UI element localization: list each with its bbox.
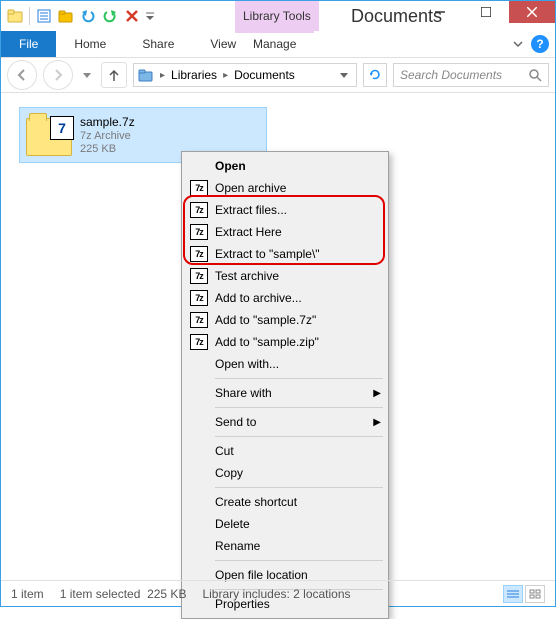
app-icon[interactable] [5,5,25,27]
menu-separator [215,560,383,561]
menu-delete[interactable]: Delete [185,513,385,535]
back-button[interactable] [7,60,37,90]
file-size: 225 KB [80,143,135,155]
menu-separator [215,378,383,379]
help-icon[interactable]: ? [531,35,549,53]
minimize-button[interactable] [417,1,463,23]
menu-cut[interactable]: Cut [185,440,385,462]
menu-send-to[interactable]: Send to▶ [185,411,385,433]
menu-copy[interactable]: Copy [185,462,385,484]
7z-icon: 7z [190,180,208,196]
navigation-bar: ▸ Libraries ▸ Documents Search Documents [1,58,555,92]
menu-rename[interactable]: Rename [185,535,385,557]
window-controls [417,1,555,23]
contextual-tab-header: Library Tools [235,1,319,31]
menu-extract-to[interactable]: 7zExtract to "sample\" [185,243,385,265]
chevron-right-icon[interactable]: ▸ [223,70,228,81]
tab-home[interactable]: Home [56,31,124,57]
icons-view-button[interactable] [525,585,545,603]
menu-open[interactable]: Open [185,155,385,177]
title-bar: Library Tools Documents [1,1,555,31]
new-folder-icon[interactable] [56,5,76,27]
menu-create-shortcut[interactable]: Create shortcut [185,491,385,513]
quick-access-toolbar [1,1,160,31]
menu-test-archive[interactable]: 7zTest archive [185,265,385,287]
menu-add-to-archive[interactable]: 7zAdd to archive... [185,287,385,309]
delete-icon[interactable] [122,5,142,27]
ribbon-tabs: File Home Share View Manage ? [1,31,555,57]
ribbon-collapse-icon[interactable] [513,39,523,49]
breadcrumb-segment[interactable]: Documents [234,68,295,82]
folder-icon [138,68,154,82]
maximize-button[interactable] [463,1,509,23]
menu-extract-here[interactable]: 7zExtract Here [185,221,385,243]
view-switcher [503,585,545,603]
chevron-right-icon[interactable]: ▸ [160,70,165,81]
undo-icon[interactable] [78,5,98,27]
7z-icon: 7z [190,224,208,240]
submenu-arrow-icon: ▶ [373,417,381,428]
file-name: sample.7z [80,115,135,129]
details-view-button[interactable] [503,585,523,603]
recent-dropdown-icon[interactable] [79,62,95,88]
up-button[interactable] [101,62,127,88]
menu-open-with[interactable]: Open with... [185,353,385,375]
address-dropdown-icon[interactable] [336,71,352,79]
file-meta: sample.7z 7z Archive 225 KB [80,115,135,155]
status-bar: 1 item 1 item selected 225 KB Library in… [1,580,555,606]
breadcrumb-segment[interactable]: Libraries [171,68,217,82]
status-item-count: 1 item [11,587,44,601]
file-type: 7z Archive [80,130,135,142]
menu-add-to-7z[interactable]: 7zAdd to "sample.7z" [185,309,385,331]
qat-dropdown-icon[interactable] [144,5,156,27]
7z-icon: 7z [190,312,208,328]
search-placeholder: Search Documents [400,68,502,82]
content-area[interactable]: 7 sample.7z 7z Archive 225 KB Open 7zOpe… [1,93,555,580]
tab-manage[interactable]: Manage [235,31,314,55]
7z-icon: 7z [190,334,208,350]
menu-separator [215,407,383,408]
refresh-button[interactable] [363,63,387,87]
submenu-arrow-icon: ▶ [373,388,381,399]
context-menu: Open 7zOpen archive 7zExtract files... 7… [181,151,389,619]
file-tab[interactable]: File [1,31,56,57]
properties-icon[interactable] [34,5,54,27]
search-icon[interactable] [528,68,542,82]
menu-share-with[interactable]: Share with▶ [185,382,385,404]
status-library-info[interactable]: Library includes: 2 locations [202,587,350,601]
7z-icon: 7z [190,246,208,262]
status-selection: 1 item selected 225 KB [60,587,187,601]
menu-add-to-zip[interactable]: 7zAdd to "sample.zip" [185,331,385,353]
menu-open-archive[interactable]: 7zOpen archive [185,177,385,199]
search-input[interactable]: Search Documents [393,63,549,87]
forward-button[interactable] [43,60,73,90]
menu-separator [215,436,383,437]
7z-icon: 7z [190,268,208,284]
file-icon-7z-archive: 7 [26,112,72,158]
tab-share[interactable]: Share [124,31,192,57]
7z-icon: 7z [190,202,208,218]
close-button[interactable] [509,1,555,23]
separator [29,7,30,25]
7z-icon: 7z [190,290,208,306]
address-bar[interactable]: ▸ Libraries ▸ Documents [133,63,357,87]
redo-icon[interactable] [100,5,120,27]
menu-extract-files[interactable]: 7zExtract files... [185,199,385,221]
menu-separator [215,487,383,488]
